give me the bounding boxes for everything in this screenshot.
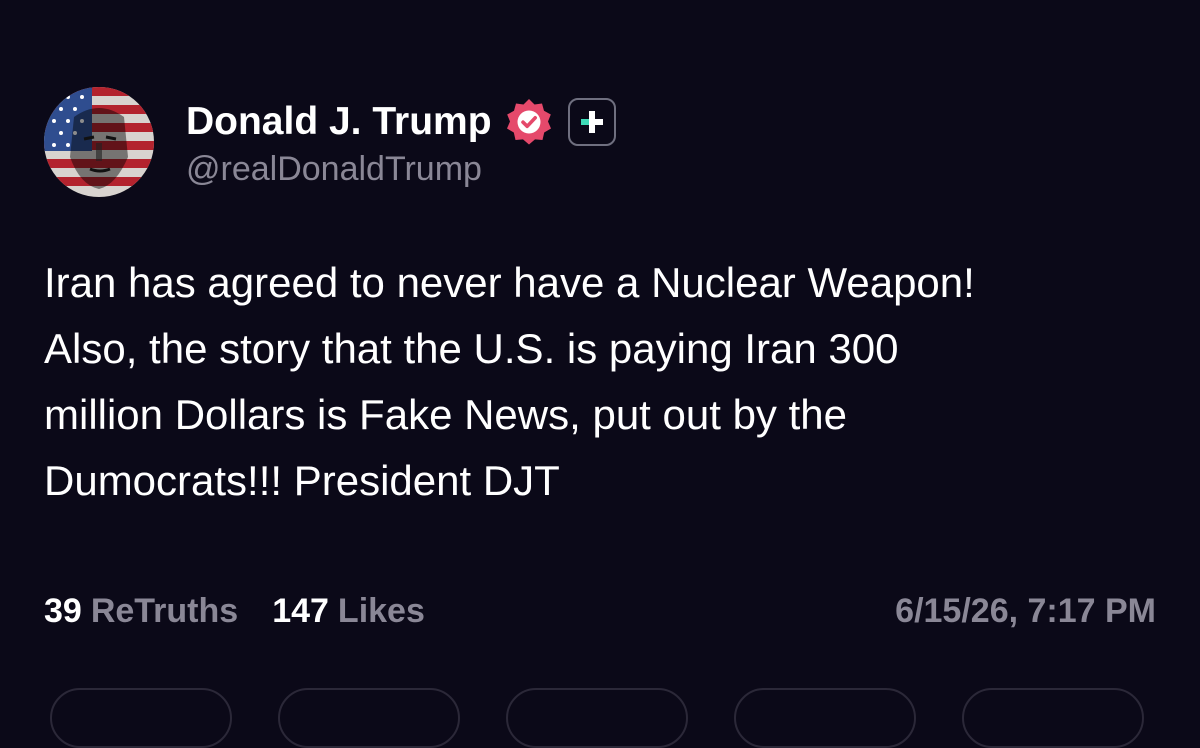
- post-body: Iran has agreed to never have a Nuclear …: [44, 259, 975, 504]
- avatar[interactable]: [44, 87, 154, 197]
- likes-stat[interactable]: 147 Likes: [272, 592, 425, 631]
- plus-badge-icon[interactable]: [567, 98, 616, 146]
- name-row: Donald J. Trump: [186, 96, 616, 148]
- user-handle[interactable]: @realDonaldTrump: [186, 150, 616, 189]
- truth-post: Donald J. Trump @realDonaldTrump Iran ha…: [0, 0, 1200, 748]
- share-button[interactable]: [734, 688, 916, 748]
- reply-button[interactable]: [50, 688, 232, 748]
- retruths-stat[interactable]: 39 ReTruths: [44, 592, 238, 631]
- avatar-flag-portrait: [44, 87, 154, 197]
- retruth-button[interactable]: [278, 688, 460, 748]
- action-bar: [0, 688, 1200, 748]
- post-stats: 39 ReTruths 147 Likes: [44, 592, 425, 631]
- post-timestamp[interactable]: 6/15/26, 7:17 PM: [895, 592, 1156, 631]
- likes-label: Likes: [337, 592, 425, 630]
- display-name[interactable]: Donald J. Trump: [186, 100, 492, 144]
- retruths-label: ReTruths: [90, 592, 239, 630]
- like-button[interactable]: [506, 688, 688, 748]
- more-button[interactable]: [962, 688, 1144, 748]
- post-header: Donald J. Trump @realDonaldTrump: [186, 96, 616, 189]
- likes-count: 147: [272, 592, 329, 630]
- retruths-count: 39: [44, 592, 82, 630]
- verified-badge-icon: [504, 97, 554, 147]
